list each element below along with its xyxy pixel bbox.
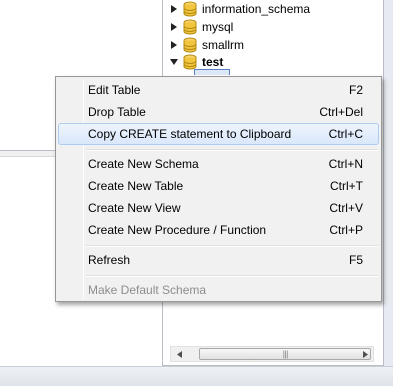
chevron-right-icon[interactable]	[357, 347, 373, 361]
menu-item-edit-table[interactable]: Edit Table F2	[58, 79, 379, 101]
triangle-right-icon[interactable]	[170, 40, 178, 50]
menu-item-label: Create New View	[88, 201, 181, 215]
menu-item-shortcut: Ctrl+P	[329, 223, 363, 237]
tree-item-smallrm[interactable]: smallrm	[170, 36, 244, 54]
menu-item-shortcut: Ctrl+V	[329, 201, 363, 215]
tree-item-information-schema[interactable]: information_schema	[170, 0, 310, 18]
menu-item-create-new-schema[interactable]: Create New Schema Ctrl+N	[58, 153, 379, 175]
context-menu: Edit Table F2 Drop Table Ctrl+Del Copy C…	[55, 76, 382, 302]
window-bottom-edge	[0, 366, 393, 386]
tree-item-label: smallrm	[202, 38, 244, 52]
menu-item-label: Create New Procedure / Function	[88, 223, 267, 237]
grip-icon: |||	[282, 349, 288, 359]
menu-item-make-default-schema: Make Default Schema	[58, 279, 379, 301]
menu-item-shortcut: F2	[348, 83, 363, 97]
menu-item-label: Refresh	[88, 253, 131, 267]
menu-item-label: Make Default Schema	[88, 283, 207, 297]
menu-item-shortcut: Ctrl+Del	[319, 105, 363, 119]
menu-item-copy-create-statement[interactable]: Copy CREATE statement to Clipboard Ctrl+…	[58, 123, 379, 145]
menu-item-create-new-view[interactable]: Create New View Ctrl+V	[58, 197, 379, 219]
chevron-left-icon[interactable]	[171, 347, 187, 361]
menu-item-label: Edit Table	[88, 83, 141, 97]
database-icon	[183, 1, 197, 17]
menu-separator	[86, 149, 378, 151]
triangle-right-icon[interactable]	[170, 4, 178, 14]
menu-item-label: Drop Table	[88, 105, 146, 119]
menu-item-create-new-table[interactable]: Create New Table Ctrl+T	[58, 175, 379, 197]
menu-item-shortcut: Ctrl+T	[330, 179, 363, 193]
menu-item-shortcut: Ctrl+N	[328, 157, 363, 171]
menu-item-drop-table[interactable]: Drop Table Ctrl+Del	[58, 101, 379, 123]
window-edge	[384, 0, 393, 386]
triangle-right-icon[interactable]	[170, 22, 178, 32]
menu-separator	[86, 245, 378, 247]
menu-item-shortcut: Ctrl+C	[328, 127, 363, 141]
menu-item-label: Copy CREATE statement to Clipboard	[88, 127, 292, 141]
menu-separator	[86, 275, 378, 277]
menu-item-label: Create New Schema	[88, 157, 199, 171]
tree-item-label: information_schema	[202, 2, 311, 16]
tree-item-label: mysql	[202, 20, 234, 34]
triangle-down-icon[interactable]	[170, 57, 178, 67]
horizontal-scrollbar[interactable]: |||	[170, 346, 374, 362]
menu-item-refresh[interactable]: Refresh F5	[58, 249, 379, 271]
menu-item-create-new-procedure[interactable]: Create New Procedure / Function Ctrl+P	[58, 219, 379, 241]
tree-item-mysql[interactable]: mysql	[170, 18, 233, 36]
database-icon	[183, 37, 197, 53]
scrollbar-thumb[interactable]: |||	[199, 348, 371, 360]
tree-child-node[interactable]	[194, 69, 230, 75]
database-icon	[183, 19, 197, 35]
menu-item-shortcut: F5	[348, 253, 363, 267]
menu-item-label: Create New Table	[88, 179, 184, 193]
database-icon	[183, 54, 197, 70]
tree-item-label: test	[202, 55, 224, 69]
